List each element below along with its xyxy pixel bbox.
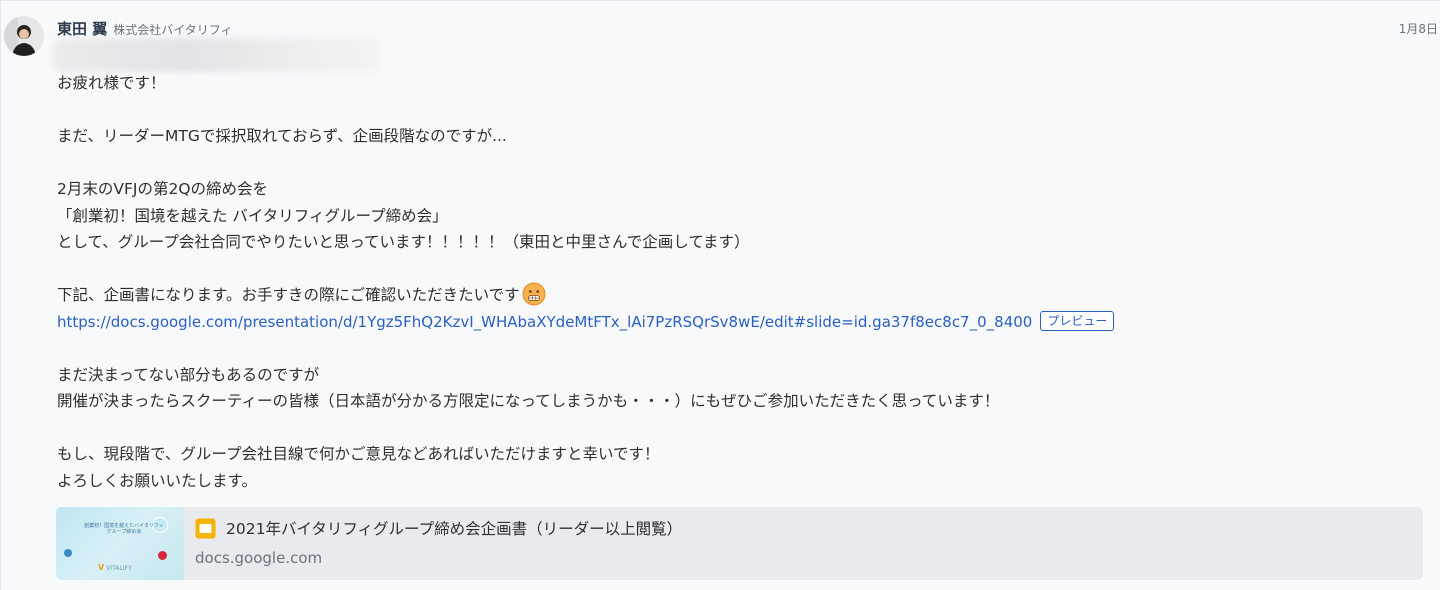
message-line — [57, 256, 1417, 283]
message-line: 開催が決まったらスクーティーの皆様（日本語が分かる方限定になってしまうかも・・・… — [57, 392, 1000, 410]
attachment-title[interactable]: 2021年バイタリフィグループ締め会企画書（リーダー以上閲覧） — [226, 517, 682, 539]
message-line — [57, 335, 1417, 362]
google-slides-icon — [195, 518, 216, 539]
message-line: まだ、リーダーMTGで採択取れておらず、企画段階なのですが... — [57, 127, 507, 145]
thumbnail-decoration — [158, 551, 167, 560]
left-divider — [0, 0, 1, 590]
redacted-area — [52, 38, 380, 72]
message-line-text: 下記、企画書になります。お手すきの際にご確認いただきたいです — [57, 286, 520, 304]
link-line: https://docs.google.com/presentation/d/1… — [57, 309, 1417, 336]
message-line — [57, 97, 1417, 124]
message-line: お疲れ様です！ — [57, 74, 166, 92]
sender-name[interactable]: 東田 翼 — [57, 18, 107, 39]
sender-company: 株式会社バイタリフィ — [113, 23, 233, 37]
message-line: 「創業初！国境を越えた バイタリフィグループ締め会」 — [57, 206, 448, 225]
thumbnail-title: 創業初！国境を越えたバイタリフィグループ締め会 — [84, 523, 164, 535]
thumbnail-brand: VITALIFY — [106, 565, 132, 572]
message-line — [57, 150, 1417, 177]
slide-thumbnail[interactable]: 創業初！国境を越えたバイタリフィグループ締め会 V VITALIFY — [56, 507, 184, 580]
message-line — [57, 415, 1417, 442]
message-line: もし、現段階で、グループ会社目線で何かご意見などあればいただけますと幸いです！ — [57, 445, 660, 463]
top-divider — [0, 0, 1440, 1]
message-line: として、グループ会社合同でやりたいと思っています！！！！！（東田と中里さんで企画… — [57, 233, 750, 251]
vitalify-logo: V VITALIFY — [98, 563, 132, 572]
avatar-photo — [4, 16, 44, 56]
message-line-with-emoji: 下記、企画書になります。お手すきの際にご確認いただきたいです — [57, 282, 1417, 309]
message-header: 東田 翼 株式会社バイタリフィ — [57, 18, 233, 39]
message-line: 2月末のVFJの第2Qの締め会を — [57, 180, 269, 198]
message-line: まだ決まってない部分もあるのですが — [57, 365, 320, 384]
message-line: よろしくお願いいたします。 — [57, 471, 257, 490]
message-body: お疲れ様です！ まだ、リーダーMTGで採択取れておらず、企画段階なのですが...… — [57, 70, 1417, 494]
avatar[interactable] — [4, 16, 44, 56]
preview-button[interactable]: プレビュー — [1040, 310, 1115, 331]
attachment-domain: docs.google.com — [195, 549, 323, 567]
link-preview-card[interactable]: 創業初！国境を越えたバイタリフィグループ締め会 V VITALIFY 2021年バ… — [56, 507, 1423, 580]
thumbnail-decoration — [64, 549, 72, 557]
message-timestamp: 1月8日 — [1398, 22, 1438, 36]
presentation-link[interactable]: https://docs.google.com/presentation/d/1… — [57, 313, 1032, 331]
